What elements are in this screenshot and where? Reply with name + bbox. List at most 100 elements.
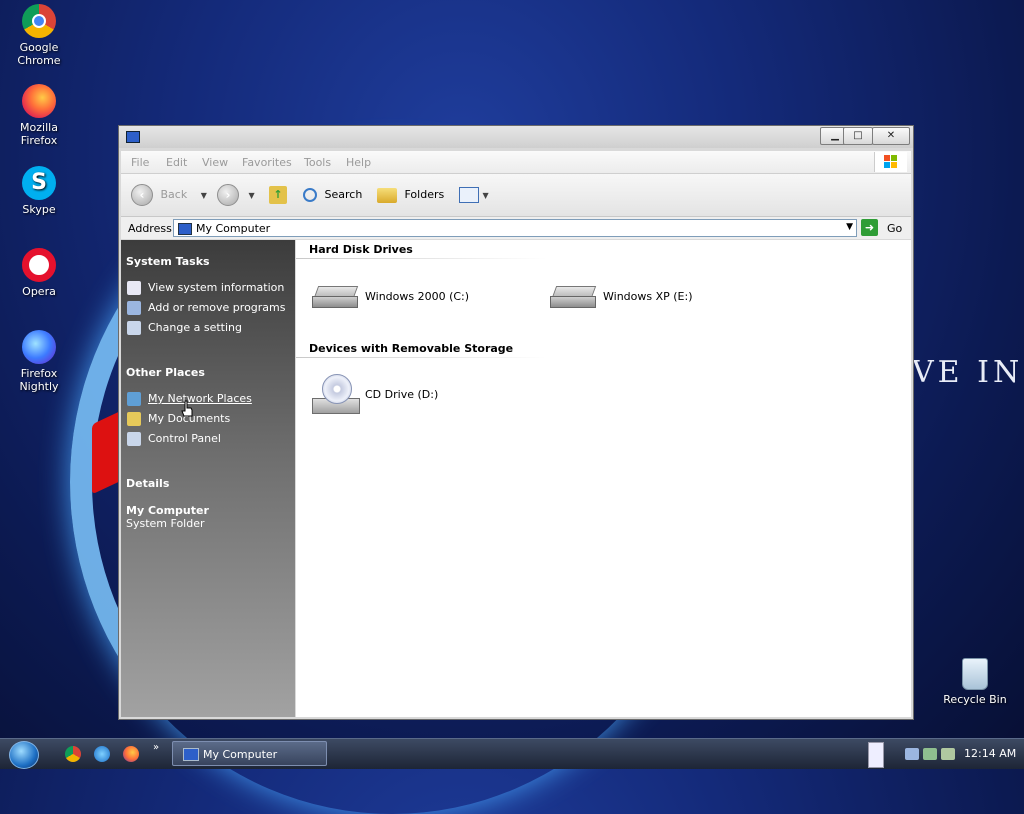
go-label: Go: [887, 222, 903, 235]
drive-d[interactable]: CD Drive (D:): [312, 374, 512, 418]
chevron-down-icon[interactable]: ▼: [846, 222, 853, 232]
firefox-icon[interactable]: [123, 746, 139, 762]
task-view-system-information[interactable]: View system information: [127, 280, 284, 296]
system-tray: 12:14 AM: [868, 739, 1024, 769]
network-places-icon: [127, 392, 141, 406]
chevron-down-icon: ▼: [248, 191, 255, 200]
views-icon: [459, 187, 479, 203]
menu-tools[interactable]: Tools: [304, 156, 331, 169]
chrome-icon: [22, 4, 56, 38]
menu-bar: File Edit View Favorites Tools Help: [121, 151, 911, 174]
address-bar: Address My Computer ▼ ➜ Go: [121, 217, 911, 239]
control-panel-icon: [127, 321, 141, 335]
details-type: System Folder: [126, 517, 205, 530]
my-documents-icon: [127, 412, 141, 426]
taskbar-button-my-computer[interactable]: My Computer: [172, 741, 327, 766]
close-button[interactable]: ✕: [872, 127, 910, 145]
address-value: My Computer: [196, 222, 271, 235]
maximize-button[interactable]: □: [843, 127, 873, 145]
task-add-remove-programs[interactable]: Add or remove programs: [127, 300, 286, 316]
desktop-icon-chrome[interactable]: Google Chrome: [2, 4, 76, 67]
desktop-icon-label: Opera: [22, 285, 56, 298]
folders-label: Folders: [404, 188, 445, 201]
place-control-panel[interactable]: Control Panel: [127, 431, 221, 447]
desktop-wallpaper-slogan: VE IN: [912, 355, 1024, 390]
start-button[interactable]: [9, 741, 39, 769]
add-remove-programs-icon: [127, 301, 141, 315]
drive-label: CD Drive (D:): [365, 388, 439, 401]
menu-edit[interactable]: Edit: [166, 156, 187, 169]
details-heading[interactable]: Details: [126, 477, 169, 490]
desktop-icon-label: Google Chrome: [17, 41, 61, 67]
desktop-icon-label: Mozilla Firefox: [20, 121, 58, 147]
back-arrow-icon: ‹: [131, 184, 153, 206]
chevron-down-icon: ▼: [482, 191, 489, 200]
toolbar: ‹ Back ▼ › ▼ ↑ Search Folders ▼: [121, 174, 911, 217]
go-button[interactable]: ➜ Go: [861, 219, 911, 237]
system-info-icon: [127, 281, 141, 295]
drive-c[interactable]: Windows 2000 (C:): [312, 278, 512, 318]
clock[interactable]: 12:14 AM: [964, 747, 1016, 760]
content-pane: Hard Disk Drives Windows 2000 (C:) Windo…: [296, 240, 911, 717]
quick-launch-more-button[interactable]: »: [153, 742, 159, 753]
computer-icon: [178, 223, 192, 235]
desktop-icon-firefox-nightly[interactable]: Firefox Nightly: [2, 330, 76, 393]
folders-button[interactable]: Folders: [377, 184, 444, 206]
network-activity-icon[interactable]: [923, 748, 937, 760]
my-computer-window: ▁ □ ✕ File Edit View Favorites Tools Hel…: [118, 125, 914, 720]
desktop-icon-firefox[interactable]: Mozilla Firefox: [2, 84, 76, 147]
hard-drive-icon: [550, 286, 597, 308]
search-label: Search: [324, 188, 363, 201]
keyboard-icon[interactable]: [868, 742, 884, 768]
desktop-icon-label: Firefox Nightly: [19, 367, 59, 393]
task-change-setting[interactable]: Change a setting: [127, 320, 242, 336]
connection-icon[interactable]: [941, 748, 955, 760]
desktop-icon-label: Recycle Bin: [943, 693, 1007, 706]
menu-favorites[interactable]: Favorites: [242, 156, 292, 169]
windows-flag-icon: [874, 152, 907, 172]
hand-cursor-icon: [181, 400, 193, 417]
control-panel-icon: [127, 432, 141, 446]
address-label: Address: [128, 222, 172, 235]
recycle-bin-icon: [962, 658, 988, 690]
back-button[interactable]: ‹ Back ▼: [131, 184, 207, 206]
forward-arrow-icon: ›: [217, 184, 239, 206]
views-button[interactable]: ▼: [459, 184, 489, 206]
firefox-nightly-icon: [22, 330, 56, 364]
drive-e[interactable]: Windows XP (E:): [550, 278, 750, 318]
folder-icon: [377, 187, 397, 203]
taskbar: » My Computer 12:14 AM: [0, 738, 1024, 769]
desktop-icon-recycle-bin[interactable]: Recycle Bin: [938, 658, 1012, 706]
desktop-icon-opera[interactable]: Opera: [2, 248, 76, 298]
group-divider: [296, 258, 546, 259]
network-icon[interactable]: [905, 748, 919, 760]
cd-drive-icon: [312, 374, 360, 416]
other-places-heading[interactable]: Other Places: [126, 366, 205, 379]
back-label: Back: [160, 188, 188, 201]
hard-disk-drives-heading: Hard Disk Drives: [309, 243, 413, 256]
firefox-icon: [22, 84, 56, 118]
computer-icon: [126, 131, 140, 143]
skype-icon: S: [22, 166, 56, 200]
title-bar[interactable]: ▁ □ ✕: [119, 126, 913, 148]
menu-view[interactable]: View: [202, 156, 228, 169]
menu-help[interactable]: Help: [346, 156, 371, 169]
chevron-down-icon: ▼: [200, 191, 207, 200]
system-tasks-heading[interactable]: System Tasks: [126, 255, 210, 268]
drive-label: Windows 2000 (C:): [365, 290, 470, 303]
group-divider: [296, 357, 546, 358]
address-input[interactable]: My Computer ▼: [173, 219, 857, 237]
removable-storage-heading: Devices with Removable Storage: [309, 342, 514, 355]
menu-file[interactable]: File: [131, 156, 149, 169]
computer-icon: [183, 748, 199, 761]
internet-explorer-icon[interactable]: [94, 746, 110, 762]
up-folder-icon: ↑: [269, 186, 287, 204]
details-name: My Computer: [126, 504, 209, 517]
taskbar-button-label: My Computer: [203, 748, 278, 761]
chrome-icon[interactable]: [65, 746, 81, 762]
place-my-documents[interactable]: My Documents: [127, 411, 230, 427]
desktop-icon-skype[interactable]: S Skype: [2, 166, 76, 216]
search-button[interactable]: Search: [303, 184, 362, 206]
forward-button[interactable]: › ▼: [217, 184, 255, 206]
up-folder-button[interactable]: ↑: [269, 184, 287, 206]
